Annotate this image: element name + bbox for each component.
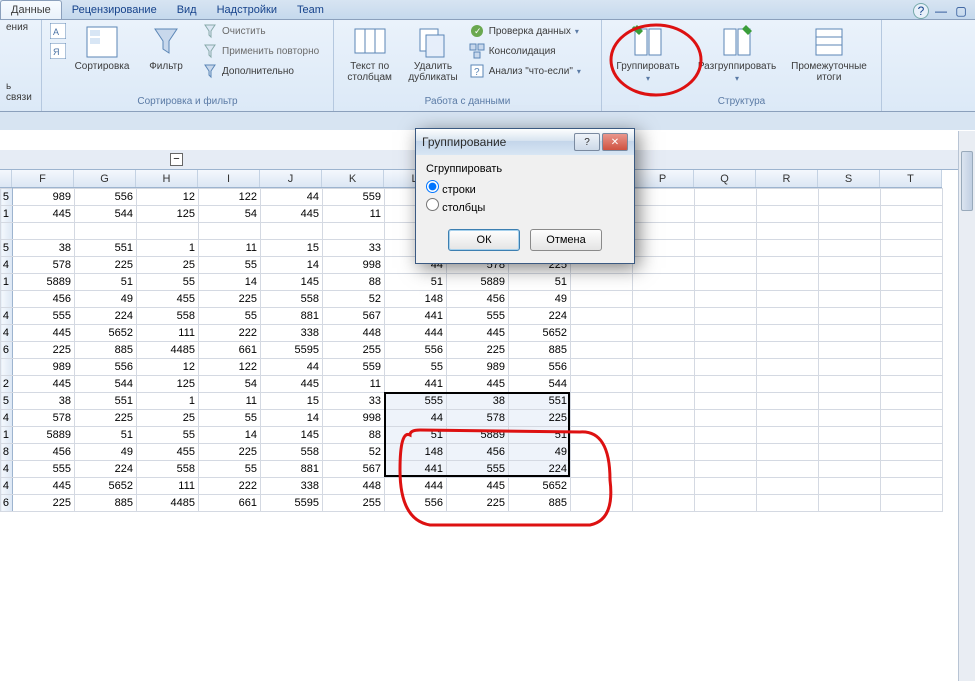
text-to-columns-button[interactable]: Текст по столбцам <box>340 22 399 86</box>
col-header[interactable]: R <box>756 170 818 187</box>
data-validation-button[interactable]: ✓Проверка данных▾ <box>467 22 595 40</box>
sort-asc-button[interactable]: A <box>48 22 68 40</box>
reapply-filter-button[interactable]: Применить повторно <box>200 42 321 60</box>
connections-label: ения <box>6 22 28 33</box>
sort-desc-button[interactable]: Я <box>48 42 68 60</box>
svg-text:✓: ✓ <box>474 26 482 36</box>
table-row[interactable]: 455522455855881567441555224 <box>1 461 943 478</box>
col-header[interactable]: G <box>74 170 136 187</box>
table-row[interactable]: 158895155141458851588951 <box>1 274 943 291</box>
dialog-help-button[interactable]: ? <box>574 133 600 151</box>
table-row[interactable]: 158895155141458851588951 <box>1 427 943 444</box>
svg-text:A: A <box>53 27 59 37</box>
col-header[interactable]: F <box>12 170 74 187</box>
col-header[interactable]: Q <box>694 170 756 187</box>
ok-button[interactable]: ОК <box>448 229 520 251</box>
table-row[interactable]: 444556521112223384484444455652 <box>1 478 943 495</box>
col-header[interactable]: I <box>198 170 260 187</box>
group-button[interactable]: Группировать▾ <box>608 22 688 86</box>
svg-text:Я: Я <box>53 47 60 57</box>
subtotal-button[interactable]: Промежуточные итоги <box>786 22 872 86</box>
table-row[interactable]: 456494552255585214845649 <box>1 291 943 308</box>
col-header[interactable]: J <box>260 170 322 187</box>
vertical-scrollbar[interactable] <box>958 131 975 681</box>
group-label-sort: Сортировка и фильтр <box>42 94 333 109</box>
tab-addins[interactable]: Надстройки <box>207 1 287 19</box>
dialog-titlebar[interactable]: Группирование ? ✕ <box>416 129 634 155</box>
group-by-label: Сгруппировать <box>426 163 624 175</box>
col-header[interactable]: S <box>818 170 880 187</box>
minimize-ribbon-icon[interactable]: — <box>933 3 949 19</box>
ungroup-button[interactable]: Разгруппировать▾ <box>692 22 782 86</box>
tab-review[interactable]: Рецензирование <box>62 1 167 19</box>
table-row[interactable]: 444556521112223384484444455652 <box>1 325 943 342</box>
tab-view[interactable]: Вид <box>167 1 207 19</box>
consolidate-button[interactable]: Консолидация <box>467 42 595 60</box>
group-label-data: Работа с данными <box>334 94 601 109</box>
whatif-button[interactable]: ?Анализ "что-если"▾ <box>467 62 595 80</box>
table-row[interactable]: 8456494552255585214845649 <box>1 444 943 461</box>
filter-button[interactable]: Фильтр <box>136 22 196 75</box>
edit-links-label[interactable]: ь связи <box>6 81 35 103</box>
dialog-close-button[interactable]: ✕ <box>602 133 628 151</box>
table-row[interactable]: 457822525551499844578225 <box>1 410 943 427</box>
table-row[interactable]: 538551111153355538551 <box>1 393 943 410</box>
clear-filter-button[interactable]: Очистить <box>200 22 321 40</box>
group-label-outline: Структура <box>602 94 881 109</box>
table-row[interactable]: 24455441255444511441445544 <box>1 376 943 393</box>
dialog-title: Группирование <box>422 135 506 149</box>
sort-button[interactable]: Сортировка <box>72 22 132 75</box>
ribbon: ения ь связи A Я Сортировка Фильтр Очист… <box>0 20 975 112</box>
ribbon-tabs: Данные Рецензирование Вид Надстройки Tea… <box>0 0 975 20</box>
col-header[interactable]: P <box>632 170 694 187</box>
remove-duplicates-button[interactable]: Удалить дубликаты <box>403 22 462 86</box>
advanced-filter-button[interactable]: Дополнительно <box>200 62 321 80</box>
scrollbar-thumb[interactable] <box>961 151 973 211</box>
cols-radio[interactable]: столбцы <box>426 197 624 215</box>
group-dialog: Группирование ? ✕ Сгруппировать строки с… <box>415 128 635 264</box>
table-row[interactable]: 455522455855881567441555224 <box>1 308 943 325</box>
svg-text:?: ? <box>474 67 480 78</box>
cancel-button[interactable]: Отмена <box>530 229 602 251</box>
table-row[interactable]: 622588544856615595255556225885 <box>1 342 943 359</box>
outline-collapse-button[interactable]: − <box>170 153 183 166</box>
col-header[interactable]: K <box>322 170 384 187</box>
col-header[interactable]: T <box>880 170 942 187</box>
expand-ribbon-icon[interactable]: ▢ <box>953 3 969 19</box>
tab-data[interactable]: Данные <box>0 0 62 19</box>
col-header[interactable]: H <box>136 170 198 187</box>
tab-team[interactable]: Team <box>287 1 334 19</box>
help-icon[interactable]: ? <box>913 3 929 19</box>
table-row[interactable]: 989556121224455955989556 <box>1 359 943 376</box>
table-row[interactable]: 622588544856615595255556225885 <box>1 495 943 512</box>
rows-radio[interactable]: строки <box>426 179 624 197</box>
